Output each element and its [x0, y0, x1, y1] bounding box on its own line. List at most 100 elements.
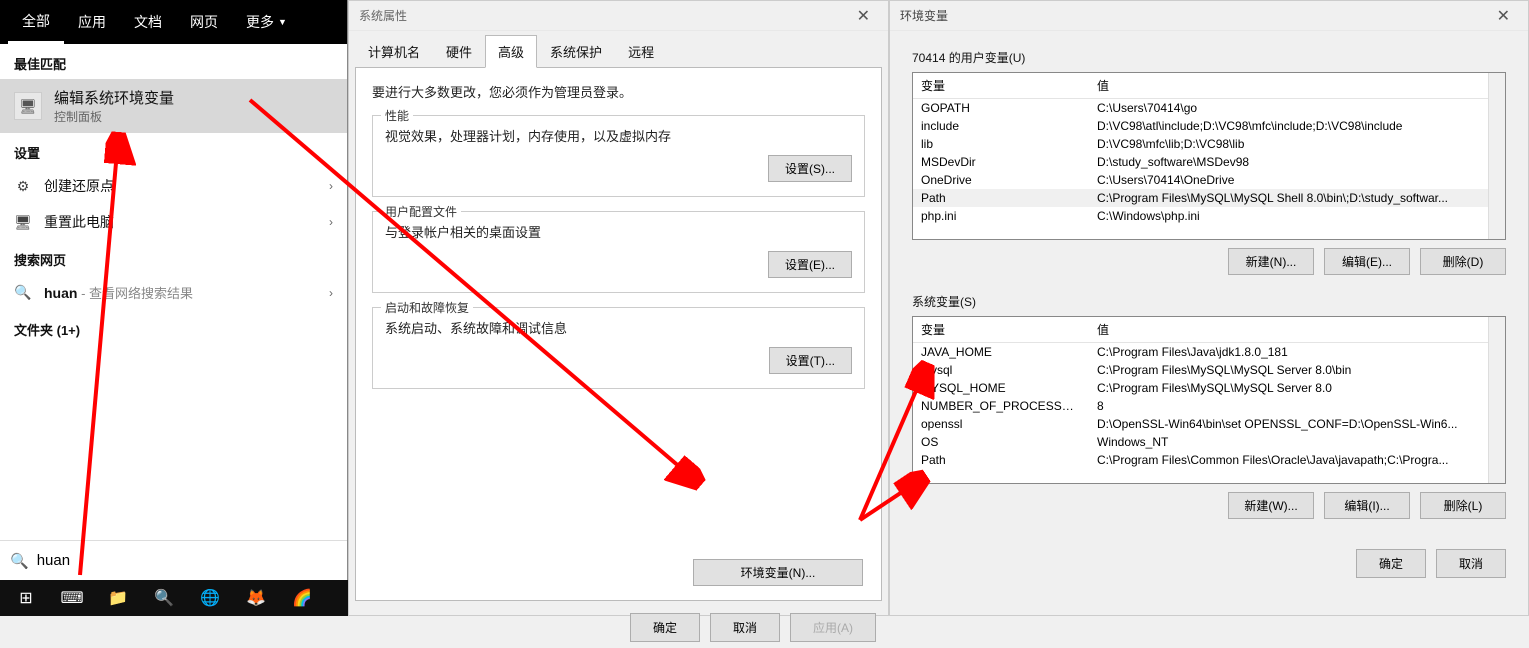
scrollbar[interactable] [1488, 317, 1505, 483]
sys-vars-label: 系统变量(S) [912, 293, 1506, 310]
pc-icon: 🖥 [14, 214, 32, 231]
taskbar: ⊞ ⌨ 📁 🔍 🌐 🦊 🌈 [0, 580, 348, 616]
tab-apps[interactable]: 应用 [64, 0, 120, 44]
user-vars-table[interactable]: 变量 值 GOPATHC:\Users\70414\goincludeD:\VC… [912, 72, 1506, 240]
settings-item-restore[interactable]: ⚙创建还原点 › [0, 168, 347, 204]
admin-note: 要进行大多数更改，您必须作为管理员登录。 [372, 82, 865, 101]
chevron-right-icon: › [329, 286, 333, 300]
sys-new-button[interactable]: 新建(W)... [1228, 492, 1314, 519]
group-desc: 系统启动、系统故障和调试信息 [385, 318, 852, 337]
startup-settings-button[interactable]: 设置(T)... [769, 347, 852, 374]
user-profile-settings-button[interactable]: 设置(E)... [768, 251, 852, 278]
tab-docs[interactable]: 文档 [120, 0, 176, 44]
sys-edit-button[interactable]: 编辑(I)... [1324, 492, 1410, 519]
ok-button[interactable]: 确定 [630, 613, 700, 642]
environment-variables-dialog: 环境变量 ✕ 70414 的用户变量(U) 变量 值 GOPATHC:\User… [889, 0, 1529, 616]
sysprops-tabs: 计算机名 硬件 高级 系统保护 远程 [349, 31, 888, 68]
group-title: 用户配置文件 [381, 203, 461, 220]
startup-recovery-group: 启动和故障恢复 系统启动、系统故障和调试信息 设置(T)... [372, 307, 865, 389]
table-row[interactable]: OneDriveC:\Users\70414\OneDrive [913, 171, 1505, 189]
sysprops-body: 要进行大多数更改，您必须作为管理员登录。 性能 视觉效果，处理器计划，内存使用，… [355, 67, 882, 601]
table-row[interactable]: NUMBER_OF_PROCESSORS8 [913, 397, 1505, 415]
table-row[interactable]: opensslD:\OpenSSL-Win64\bin\set OPENSSL_… [913, 415, 1505, 433]
col-variable[interactable]: 变量 [913, 317, 1089, 343]
group-title: 性能 [381, 107, 413, 124]
tab-all[interactable]: 全部 [8, 0, 64, 44]
section-folders: 文件夹 (1+) [0, 310, 347, 345]
table-row[interactable]: PathC:\Program Files\MySQL\MySQL Shell 8… [913, 189, 1505, 207]
search-icon: 🔍 [14, 284, 32, 301]
table-row[interactable]: libD:\VC98\mfc\lib;D:\VC98\lib [913, 135, 1505, 153]
search-icon: 🔍 [10, 552, 29, 570]
performance-group: 性能 视觉效果，处理器计划，内存使用，以及虚拟内存 设置(S)... [372, 115, 865, 197]
taskbar-edge[interactable]: 🌐 [188, 582, 232, 614]
user-delete-button[interactable]: 删除(D) [1420, 248, 1506, 275]
group-title: 启动和故障恢复 [381, 299, 473, 316]
taskbar-terminal[interactable]: ⌨ [50, 582, 94, 614]
table-row[interactable]: includeD:\VC98\atl\include;D:\VC98\mfc\i… [913, 117, 1505, 135]
tab-more[interactable]: 更多▼ [232, 0, 301, 44]
tab-web[interactable]: 网页 [176, 0, 232, 44]
tab-protection[interactable]: 系统保护 [537, 35, 615, 68]
section-best-match: 最佳匹配 [0, 44, 347, 79]
dialog-buttons: 确定 取消 [890, 543, 1528, 588]
user-new-button[interactable]: 新建(N)... [1228, 248, 1314, 275]
section-web: 搜索网页 [0, 240, 347, 275]
cancel-button[interactable]: 取消 [710, 613, 780, 642]
group-desc: 与登录帐户相关的桌面设置 [385, 222, 852, 241]
environment-variables-button[interactable]: 环境变量(N)... [693, 559, 863, 586]
group-desc: 视觉效果，处理器计划，内存使用，以及虚拟内存 [385, 126, 852, 145]
monitor-icon: 🖥 [14, 92, 42, 120]
best-match-title: 编辑系统环境变量 [54, 87, 174, 108]
table-row[interactable]: php.iniC:\Windows\php.ini [913, 207, 1505, 225]
chevron-right-icon: › [329, 179, 333, 193]
col-variable[interactable]: 变量 [913, 73, 1089, 99]
search-input-row: 🔍 [0, 540, 347, 580]
dialog-title: 系统属性 [359, 7, 407, 24]
dialog-buttons: 确定 取消 应用(A) [349, 607, 888, 648]
search-tabs: 全部 应用 文档 网页 更多▼ [0, 0, 347, 44]
tab-remote[interactable]: 远程 [615, 35, 667, 68]
tab-hardware[interactable]: 硬件 [433, 35, 485, 68]
start-search-panel: 全部 应用 文档 网页 更多▼ 最佳匹配 🖥 编辑系统环境变量 控制面板 设置 … [0, 0, 348, 580]
web-search-item[interactable]: 🔍huan - 查看网络搜索结果 › [0, 275, 347, 310]
taskbar-explorer[interactable]: 📁 [96, 582, 140, 614]
table-row[interactable]: MSDevDirD:\study_software\MSDev98 [913, 153, 1505, 171]
col-value[interactable]: 值 [1089, 317, 1505, 343]
taskbar-firefox[interactable]: 🦊 [234, 582, 278, 614]
user-edit-button[interactable]: 编辑(E)... [1324, 248, 1410, 275]
close-icon[interactable]: ✕ [849, 6, 878, 26]
settings-item-reset[interactable]: 🖥重置此电脑 › [0, 204, 347, 240]
sys-delete-button[interactable]: 删除(L) [1420, 492, 1506, 519]
user-profile-group: 用户配置文件 与登录帐户相关的桌面设置 设置(E)... [372, 211, 865, 293]
performance-settings-button[interactable]: 设置(S)... [768, 155, 852, 182]
section-settings: 设置 [0, 133, 347, 168]
table-row[interactable]: MYSQL_HOMEC:\Program Files\MySQL\MySQL S… [913, 379, 1505, 397]
user-vars-label: 70414 的用户变量(U) [912, 49, 1506, 66]
ok-button[interactable]: 确定 [1356, 549, 1426, 578]
tab-computer-name[interactable]: 计算机名 [355, 35, 433, 68]
col-value[interactable]: 值 [1089, 73, 1505, 99]
chevron-right-icon: › [329, 215, 333, 229]
table-row[interactable]: GOPATHC:\Users\70414\go [913, 99, 1505, 118]
table-row[interactable]: mysqlC:\Program Files\MySQL\MySQL Server… [913, 361, 1505, 379]
apply-button[interactable]: 应用(A) [790, 613, 876, 642]
sys-vars-table[interactable]: 变量 值 JAVA_HOMEC:\Program Files\Java\jdk1… [912, 316, 1506, 484]
taskbar-chrome[interactable]: 🌈 [280, 582, 324, 614]
search-input[interactable] [37, 552, 337, 569]
dialog-title: 环境变量 [900, 7, 948, 24]
start-button[interactable]: ⊞ [4, 582, 48, 614]
table-row[interactable]: OSWindows_NT [913, 433, 1505, 451]
table-row[interactable]: JAVA_HOMEC:\Program Files\Java\jdk1.8.0_… [913, 343, 1505, 362]
best-match-subtitle: 控制面板 [54, 108, 174, 125]
scrollbar[interactable] [1488, 73, 1505, 239]
system-properties-dialog: 系统属性 ✕ 计算机名 硬件 高级 系统保护 远程 要进行大多数更改，您必须作为… [348, 0, 889, 616]
best-match-item[interactable]: 🖥 编辑系统环境变量 控制面板 [0, 79, 347, 133]
taskbar-search[interactable]: 🔍 [142, 582, 186, 614]
chevron-down-icon: ▼ [278, 17, 287, 27]
cancel-button[interactable]: 取消 [1436, 549, 1506, 578]
tab-advanced[interactable]: 高级 [485, 35, 537, 68]
close-icon[interactable]: ✕ [1489, 6, 1518, 26]
gear-icon: ⚙ [14, 178, 32, 195]
table-row[interactable]: PathC:\Program Files\Common Files\Oracle… [913, 451, 1505, 469]
